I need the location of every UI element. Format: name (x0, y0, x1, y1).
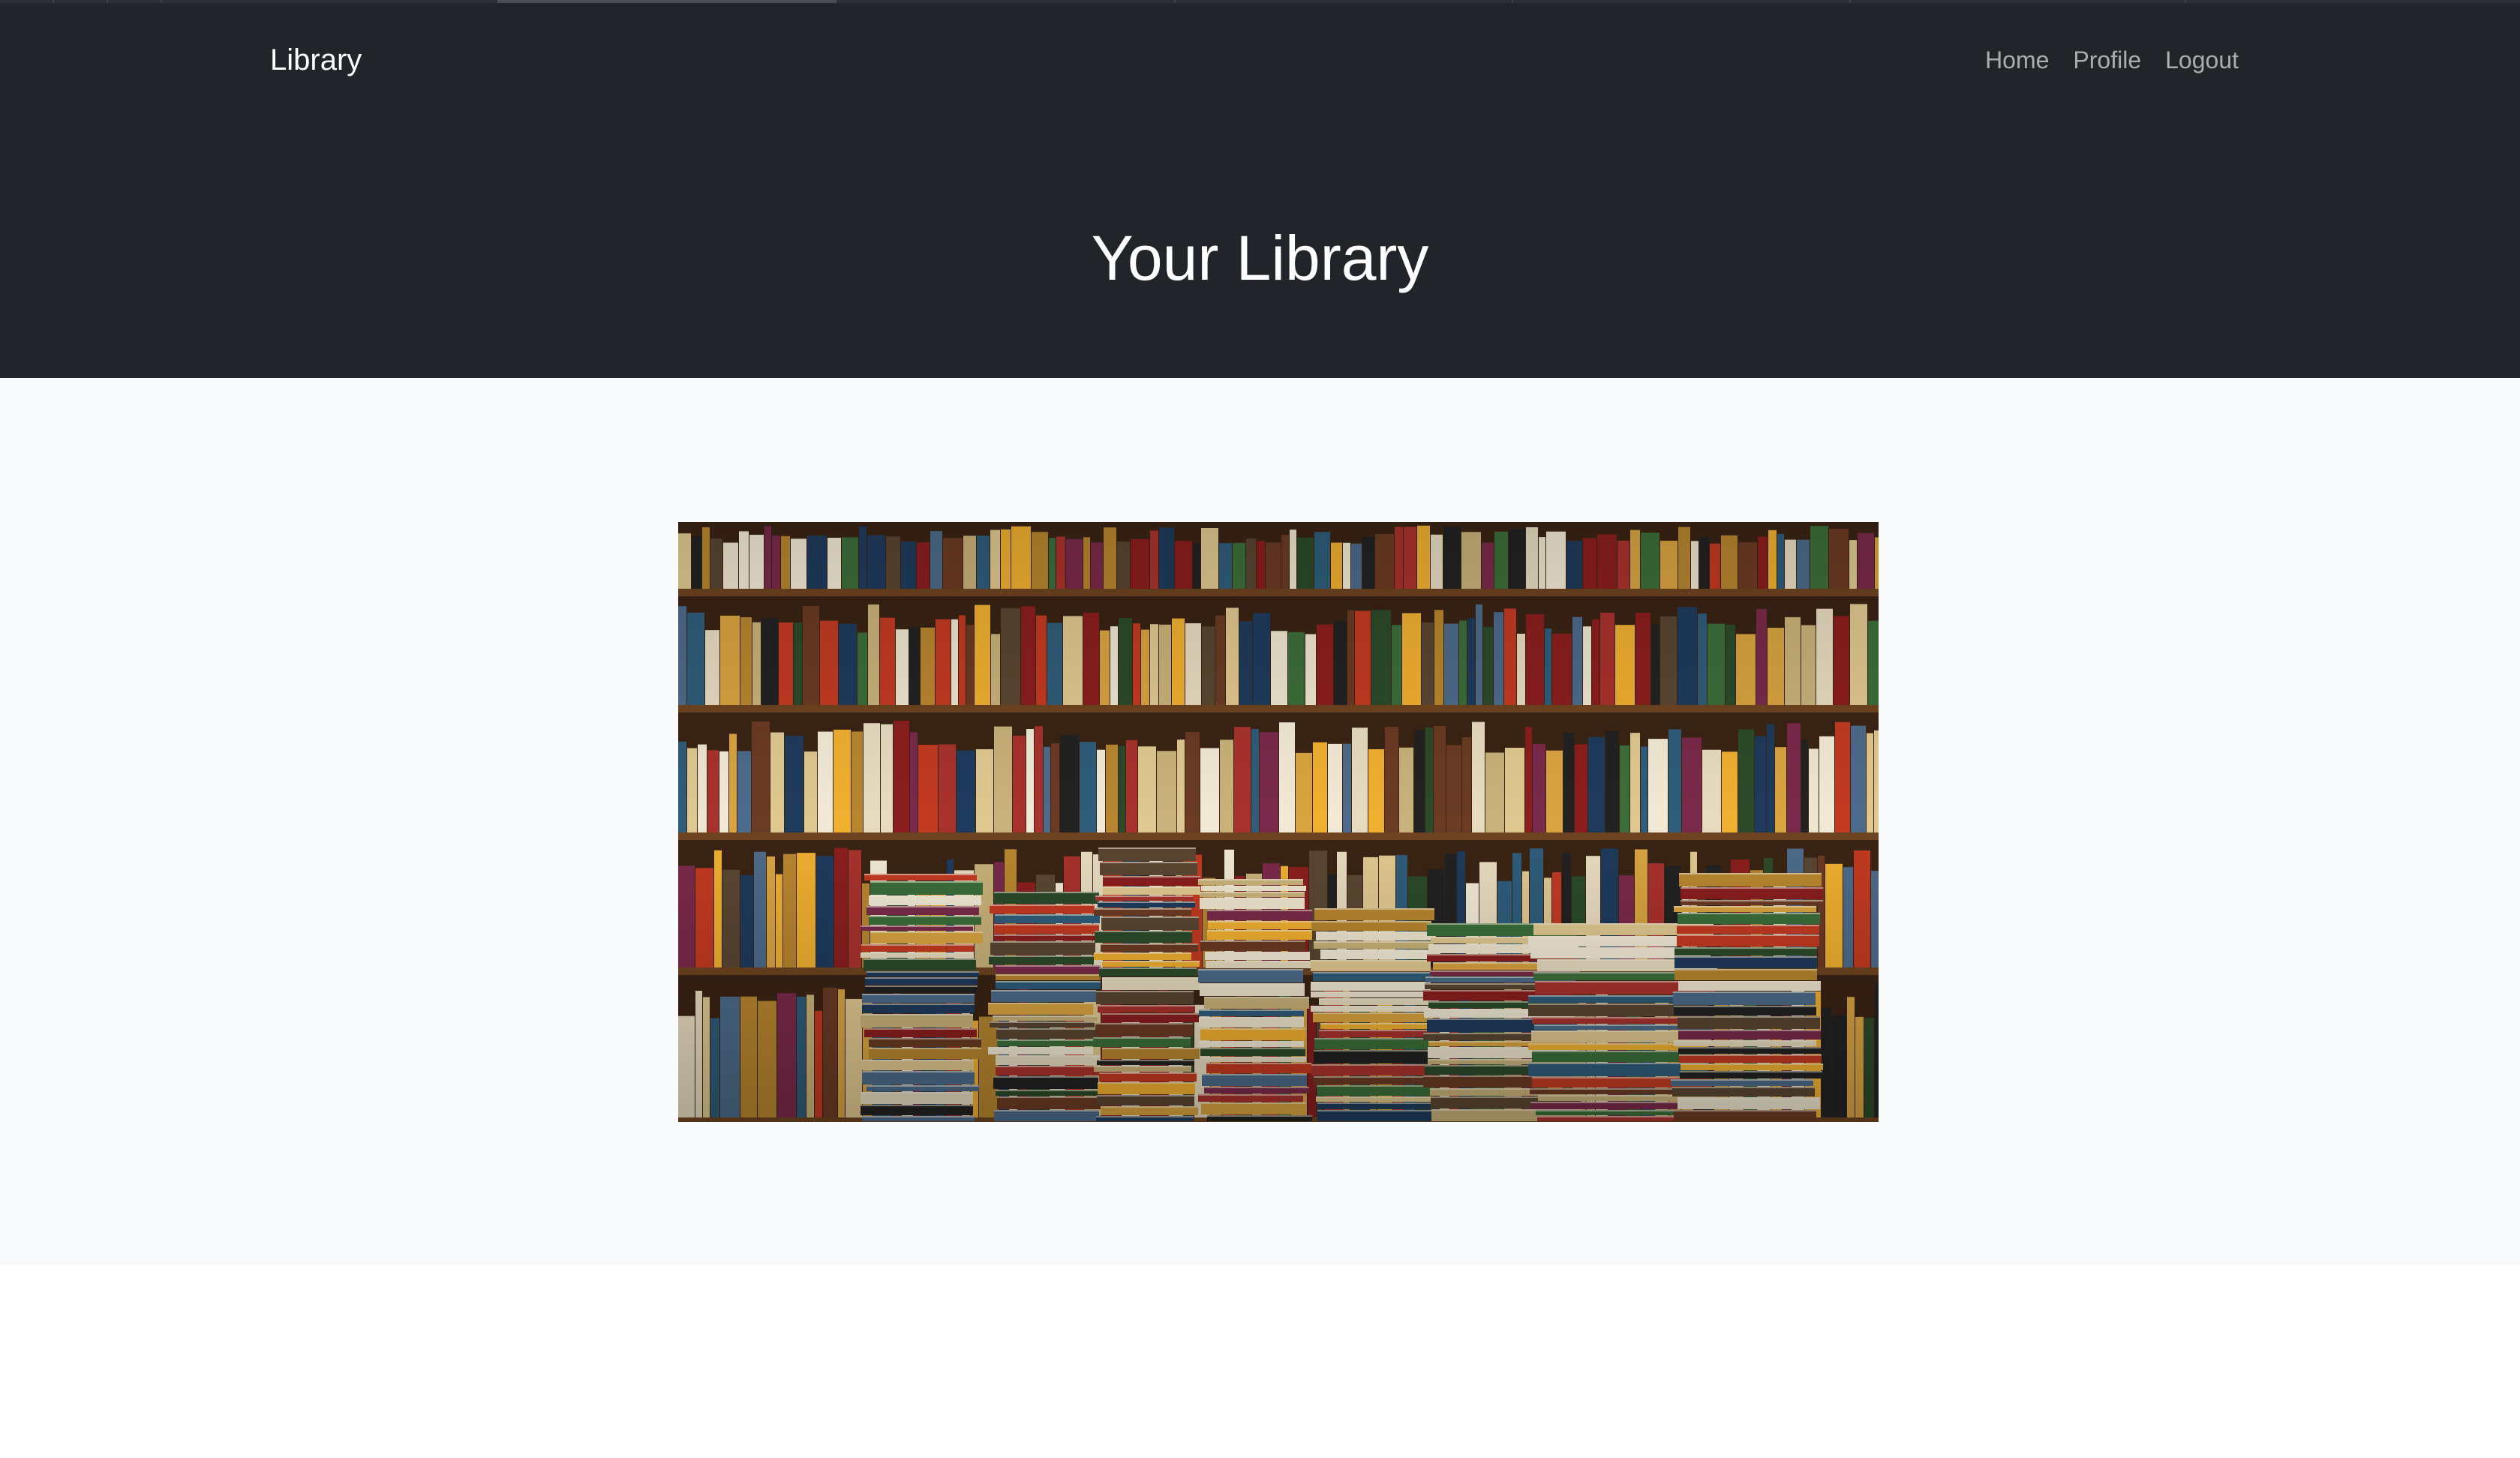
library-photo (678, 522, 1879, 1122)
navbar-links: Home Profile Logout (1985, 44, 2239, 76)
photo-shading (678, 522, 1879, 1122)
nav-link-home[interactable]: Home (1985, 44, 2049, 76)
books-illustration (678, 522, 1879, 1122)
nav-link-logout[interactable]: Logout (2165, 44, 2239, 76)
navbar-brand[interactable]: Library (270, 40, 362, 80)
main-content (0, 378, 2520, 1264)
nav-link-profile[interactable]: Profile (2073, 44, 2141, 76)
page-title: Your Library (1091, 223, 1429, 293)
site-header: Library Home Profile Logout Your Library (0, 3, 2520, 378)
